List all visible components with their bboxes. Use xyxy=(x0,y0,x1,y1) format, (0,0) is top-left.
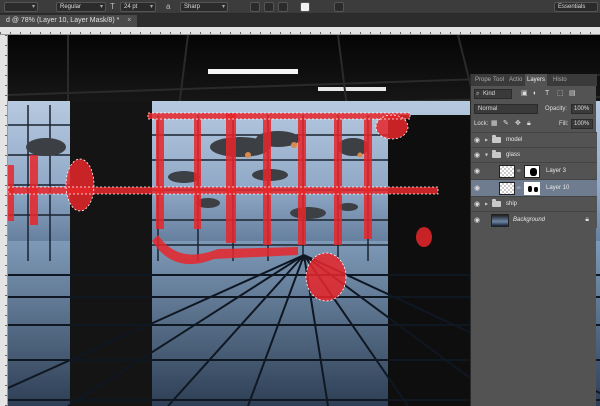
font-size-value: 24 pt xyxy=(124,4,138,10)
layer-name: Background xyxy=(513,217,546,223)
layer-group-glass[interactable]: ◉ ▾ glass xyxy=(471,147,597,162)
smart-object-filter-icon[interactable]: ▤ xyxy=(569,89,576,99)
lock-label: Lock: xyxy=(474,121,489,127)
fill-label: Fill: xyxy=(559,121,569,127)
blend-mode-select[interactable]: Normal xyxy=(474,104,538,114)
warp-text-button[interactable] xyxy=(334,2,344,12)
tab-layers[interactable]: Layers xyxy=(525,74,548,86)
font-size-icon: T xyxy=(110,2,115,11)
font-style-value: Regular xyxy=(60,4,82,10)
layer-thumbnail xyxy=(499,182,515,195)
folder-icon xyxy=(492,199,501,207)
chevron-down-icon: ▾ xyxy=(221,4,225,10)
close-icon[interactable]: × xyxy=(127,17,131,24)
anti-alias-select[interactable]: Sharp ▾ xyxy=(180,2,228,12)
lock-pixels-icon[interactable]: ✎ xyxy=(503,119,509,129)
layer-name: Layer 3 xyxy=(546,168,567,174)
adjustment-filter-icon[interactable]: ◐ xyxy=(533,89,537,99)
layer-name: model xyxy=(506,137,523,143)
align-left-button[interactable] xyxy=(250,2,260,12)
opacity-label: Opacity: xyxy=(545,106,568,112)
chain-link-icon[interactable]: ∞ xyxy=(517,168,521,174)
anti-alias-value: Sharp xyxy=(184,4,201,10)
layer-kind-label: Kind xyxy=(483,91,496,97)
layer-mask-thumbnail[interactable] xyxy=(524,165,540,178)
panel-tabs: Prope Tool Actio Layers Histo xyxy=(471,74,597,86)
chevron-down-icon: ▾ xyxy=(31,4,35,10)
workspace-label: Essentials xyxy=(558,4,586,10)
lock-transparency-icon[interactable]: ▦ xyxy=(491,119,498,129)
chevron-down-icon: ▾ xyxy=(99,4,103,10)
layer-mask-thumbnail[interactable] xyxy=(524,182,540,195)
layer-filter-row: ⌕ Kind ▣ ◐ T ⬚ ▤ xyxy=(471,88,597,100)
mask-shape xyxy=(530,168,537,176)
layer-name: Layer 10 xyxy=(546,185,570,191)
pixel-filter-icon[interactable]: ▣ xyxy=(521,89,528,99)
folder-icon xyxy=(492,150,501,158)
mask-shape xyxy=(528,186,532,192)
chevron-right-icon[interactable]: ▸ xyxy=(485,201,488,208)
layer-layer-3[interactable]: ◉ ∞ Layer 3 xyxy=(471,162,597,179)
type-filter-icon[interactable]: T xyxy=(545,89,549,99)
chevron-down-icon[interactable]: ▾ xyxy=(485,152,488,159)
layer-thumbnail xyxy=(499,165,515,178)
lock-row: Lock: ▦ ✎ ✥ 🔒︎ Fill: 100% xyxy=(471,118,597,130)
blend-row: Normal Opacity: 100% xyxy=(471,103,597,115)
eye-icon[interactable]: ◉ xyxy=(474,184,480,192)
tab-properties[interactable]: Prope xyxy=(473,74,493,86)
anti-alias-icon: a xyxy=(166,2,171,11)
blend-mode-value: Normal xyxy=(478,106,498,112)
align-center-button[interactable] xyxy=(264,2,274,12)
layer-group-model[interactable]: ◉ ▸ model xyxy=(471,132,597,147)
horizontal-ruler[interactable] xyxy=(0,27,600,35)
layer-layer-10[interactable]: ◉ ∞ Layer 10 xyxy=(471,179,597,196)
vertical-ruler[interactable] xyxy=(0,35,8,406)
tool-preset-picker[interactable]: ▾ xyxy=(4,2,38,12)
search-icon: ⌕ xyxy=(476,91,480,97)
eye-icon[interactable]: ◉ xyxy=(474,136,480,144)
ceiling-light xyxy=(208,69,298,74)
lock-icon: 🔒︎ xyxy=(585,216,589,223)
layers-panel: Prope Tool Actio Layers Histo ⌕ Kind ▣ ◐… xyxy=(470,74,597,406)
options-bar: ▾ Regular ▾ T 24 pt ▾ a Sharp ▾ Essentials xyxy=(0,0,600,14)
eye-icon[interactable]: ◉ xyxy=(474,151,480,159)
font-size-select[interactable]: 24 pt ▾ xyxy=(120,2,156,12)
eye-icon[interactable]: ◉ xyxy=(474,216,480,224)
ceiling-light xyxy=(318,87,386,91)
dark-pillar xyxy=(388,115,472,406)
layer-name: ship xyxy=(506,201,518,207)
eye-icon[interactable]: ◉ xyxy=(474,200,480,208)
chevron-right-icon[interactable]: ▸ xyxy=(485,137,488,144)
document-tab-bar: d @ 78% (Layer 10, Layer Mask/8) * × xyxy=(0,14,600,27)
document-tab[interactable]: d @ 78% (Layer 10, Layer Mask/8) * × xyxy=(0,15,138,27)
tab-history[interactable]: Histo xyxy=(551,74,569,86)
opacity-input[interactable]: 100% xyxy=(571,104,593,114)
layer-background[interactable]: ◉ Background 🔒︎ xyxy=(471,211,597,228)
workspace-switcher[interactable]: Essentials xyxy=(554,2,598,12)
shape-filter-icon[interactable]: ⬚ xyxy=(557,89,564,99)
mask-shape xyxy=(534,187,538,192)
chain-link-icon[interactable]: ∞ xyxy=(517,185,521,191)
eye-icon[interactable]: ◉ xyxy=(474,167,480,175)
lock-all-icon[interactable]: 🔒︎ xyxy=(527,119,531,129)
layer-group-ship[interactable]: ◉ ▸ ship xyxy=(471,196,597,211)
chevron-down-icon: ▾ xyxy=(149,4,153,10)
fill-input[interactable]: 100% xyxy=(571,119,593,129)
align-right-button[interactable] xyxy=(278,2,288,12)
document-tab-title: d @ 78% (Layer 10, Layer Mask/8) * xyxy=(6,17,120,24)
font-style-select[interactable]: Regular ▾ xyxy=(56,2,106,12)
lock-position-icon[interactable]: ✥ xyxy=(515,119,521,129)
tab-tool-presets[interactable]: Tool xyxy=(491,74,506,86)
tab-actions[interactable]: Actio xyxy=(507,74,524,86)
text-color-swatch[interactable] xyxy=(300,2,310,12)
folder-icon xyxy=(492,135,501,143)
layer-kind-filter[interactable]: ⌕ Kind xyxy=(474,89,512,99)
layer-list: ◉ ▸ model ◉ ▾ glass ◉ ∞ Layer 3 ◉ ∞ Laye… xyxy=(471,132,597,228)
layer-thumbnail xyxy=(491,214,509,227)
layer-name: glass xyxy=(506,152,521,158)
